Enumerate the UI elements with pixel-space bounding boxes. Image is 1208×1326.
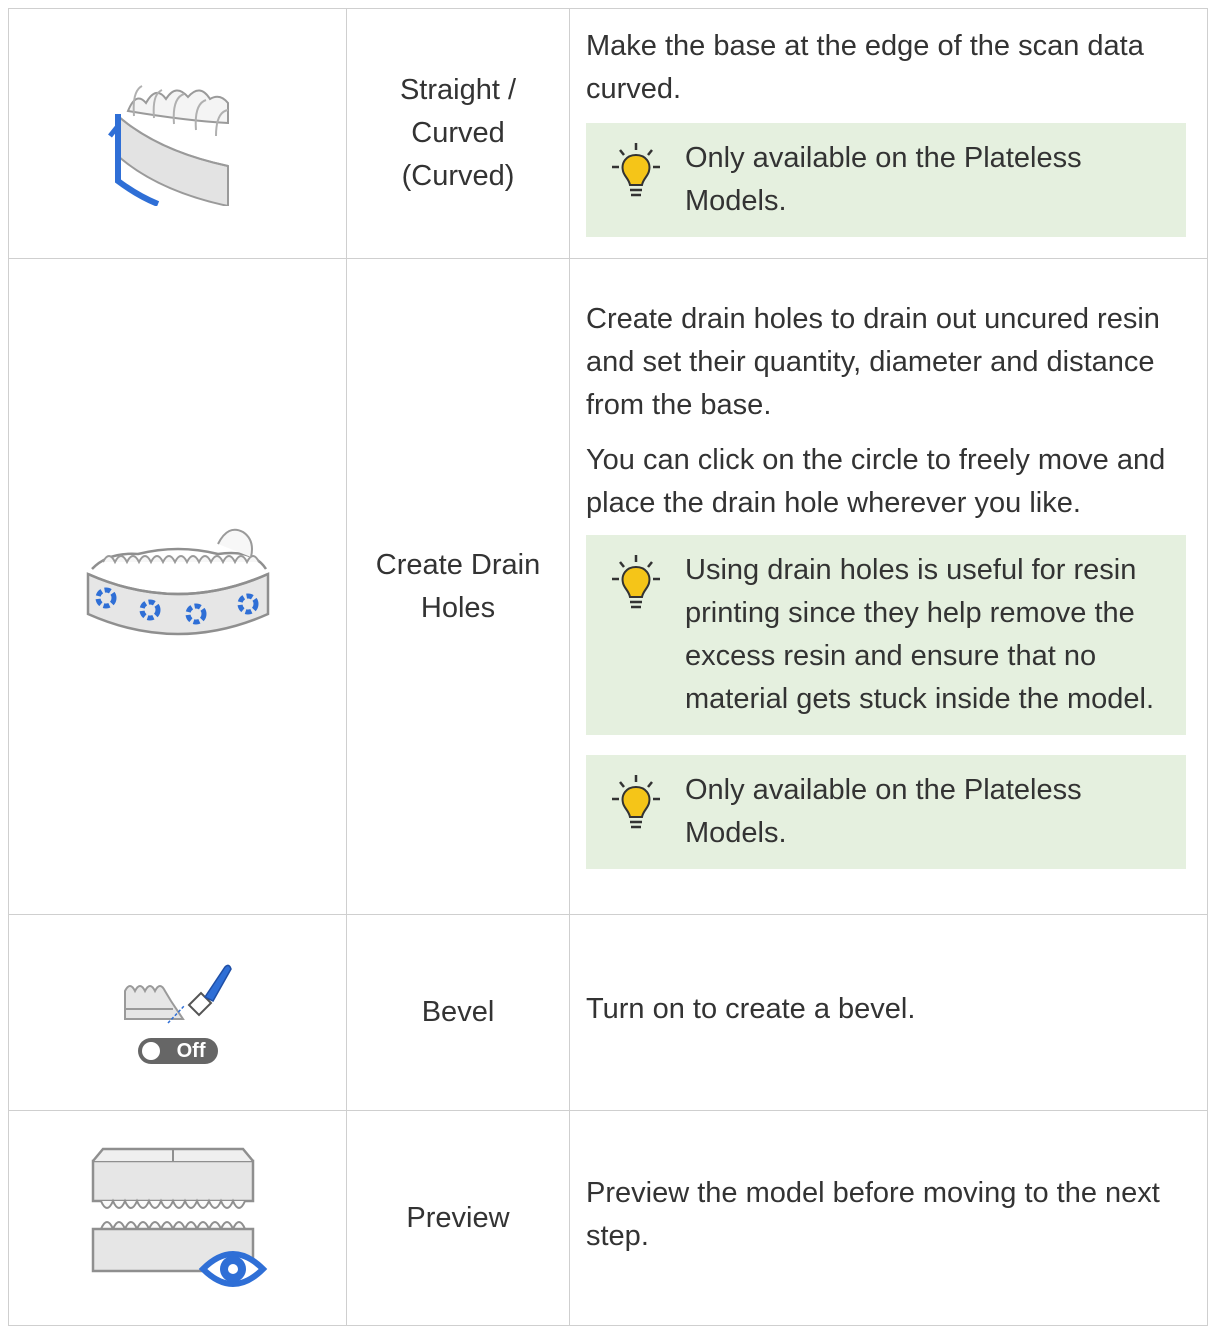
feature-name-text: Create Drain Holes <box>375 548 541 624</box>
lightbulb-icon <box>612 775 660 829</box>
table-row: Straight / Curved (Curved) Make the base… <box>8 8 1208 259</box>
feature-table: Straight / Curved (Curved) Make the base… <box>8 8 1208 1326</box>
feature-name-text: Preview <box>406 1201 510 1234</box>
table-row: Preview Preview the model before moving … <box>8 1110 1208 1326</box>
icon-cell <box>8 258 347 915</box>
description-text: Preview the model before moving to the n… <box>586 1177 1160 1252</box>
tip-text: Using drain holes is useful for resin pr… <box>685 554 1155 715</box>
feature-name: Bevel <box>346 914 570 1111</box>
lightbulb-icon <box>612 555 660 609</box>
icon-cell: Off <box>8 914 347 1111</box>
icon-cell <box>8 1110 347 1326</box>
description-text: Make the base at the edge of the scan da… <box>586 29 1144 105</box>
description-text: You can click on the circle to freely mo… <box>586 444 1166 519</box>
bevel-toggle[interactable]: Off <box>137 1038 218 1064</box>
description-text: Turn on to create a bevel. <box>586 993 916 1025</box>
toggle-label: Off <box>176 1040 206 1062</box>
preview-eye-icon <box>91 1147 267 1287</box>
tip-box: Only available on the Plateless Models. <box>586 755 1186 869</box>
drain-holes-icon <box>86 528 269 636</box>
table-row: Off Bevel Turn on to create a bevel. <box>8 914 1208 1111</box>
description-text: Create drain holes to drain out uncured … <box>586 303 1160 421</box>
toggle-knob <box>141 1042 160 1060</box>
icon-cell <box>8 8 347 259</box>
curved-base-icon <box>107 85 229 208</box>
description-cell: Preview the model before moving to the n… <box>569 1110 1208 1326</box>
description-cell: Create drain holes to drain out uncured … <box>569 258 1208 915</box>
feature-name-text: Straight / Curved (Curved) <box>399 74 517 192</box>
feature-name: Straight / Curved (Curved) <box>346 8 570 259</box>
lightbulb-icon <box>612 142 660 196</box>
tip-box: Using drain holes is useful for resin pr… <box>586 535 1186 735</box>
tip-box: Only available on the Plateless Models. <box>586 122 1186 237</box>
description-cell: Make the base at the edge of the scan da… <box>569 8 1208 259</box>
table-row: Create Drain Holes Create drain holes to… <box>8 258 1208 915</box>
bevel-icon <box>123 964 232 1024</box>
feature-name-text: Bevel <box>421 996 495 1028</box>
feature-name: Create Drain Holes <box>346 258 570 915</box>
tip-text: Only available on the Plateless Models. <box>685 141 1082 217</box>
description-cell: Turn on to create a bevel. <box>569 914 1208 1111</box>
feature-name: Preview <box>346 1110 570 1326</box>
tip-text: Only available on the Plateless Models. <box>685 774 1082 849</box>
